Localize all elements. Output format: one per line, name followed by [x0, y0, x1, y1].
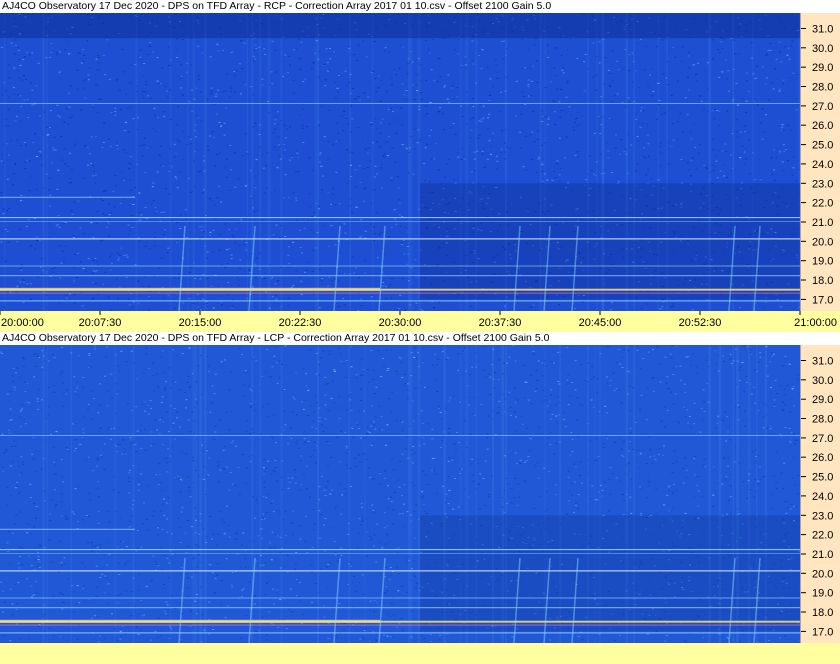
y-tick-label: 21.0: [812, 217, 833, 229]
lcp-time-axis: [0, 643, 840, 664]
y-tick-label: 25.0: [812, 140, 833, 152]
y-tick-label: 29.0: [812, 394, 833, 406]
y-tick-label: 23.0: [812, 510, 833, 522]
x-tick-label: 20:37:30: [479, 317, 522, 329]
dark-region: [420, 183, 800, 300]
y-tick-label: 25.0: [812, 472, 833, 484]
rcp-spectrogram: [0, 13, 800, 311]
y-tick-label: 27.0: [812, 433, 833, 445]
y-tick-label: 18.0: [812, 607, 833, 619]
y-tick-label: 26.0: [812, 452, 833, 464]
top-dark-band: [0, 13, 800, 39]
y-tick-label: 17.0: [812, 626, 833, 638]
y-tick-label: 30.0: [812, 43, 833, 55]
y-tick-label: 22.0: [812, 530, 833, 542]
lcp-frequency-axis: 31.0 30.0 29.0 28.0 27.0 26.0 25.0 24.0 23.0 22.0…: [800, 345, 840, 643]
y-tick-label: 22.0: [812, 198, 833, 210]
y-tick-label: 31.0: [812, 24, 833, 36]
x-tick-label: 20:22:30: [279, 317, 322, 329]
y-tick-label: 24.0: [812, 491, 833, 503]
lcp-title: AJ4CO Observatory 17 Dec 2020 - DPS on T…: [2, 332, 550, 344]
y-tick-label: 19.0: [812, 588, 833, 600]
y-tick-label: 30.0: [812, 375, 833, 387]
y-tick-label: 28.0: [812, 82, 833, 94]
x-tick-label: 20:00:00: [1, 317, 44, 329]
x-tick-label: 20:45:00: [579, 317, 622, 329]
y-tick-label: 27.0: [812, 101, 833, 113]
x-tick-label: 20:07:30: [79, 317, 122, 329]
dark-region: [420, 515, 800, 632]
y-tick-label: 31.0: [812, 356, 833, 368]
y-tick-label: 23.0: [812, 178, 833, 190]
lcp-spectrogram: [0, 345, 800, 643]
y-tick-label: 20.0: [812, 568, 833, 580]
y-tick-label: 19.0: [812, 256, 833, 268]
y-tick-label: 24.0: [812, 159, 833, 171]
y-tick-label: 20.0: [812, 236, 833, 248]
x-tick-label: 21:00:00: [794, 317, 837, 329]
y-tick-label: 26.0: [812, 120, 833, 132]
rcp-time-axis: 20:00:00 20:07:30 20:15:00 20:22:30 20:30:00…: [0, 311, 840, 332]
rcp-frequency-axis: 31.0 30.0 29.0 28.0 27.0 26.0 25.0 24.0 23.0 22.0…: [800, 13, 840, 311]
y-tick-label: 21.0: [812, 549, 833, 561]
y-tick-label: 28.0: [812, 414, 833, 426]
y-tick-label: 18.0: [812, 275, 833, 287]
y-tick-label: 29.0: [812, 62, 833, 74]
y-tick-label: 17.0: [812, 294, 833, 306]
x-tick-label: 20:52:30: [679, 317, 722, 329]
x-tick-label: 20:15:00: [179, 317, 222, 329]
x-tick-label: 20:30:00: [379, 317, 422, 329]
rcp-title: AJ4CO Observatory 17 Dec 2020 - DPS on T…: [2, 0, 552, 12]
